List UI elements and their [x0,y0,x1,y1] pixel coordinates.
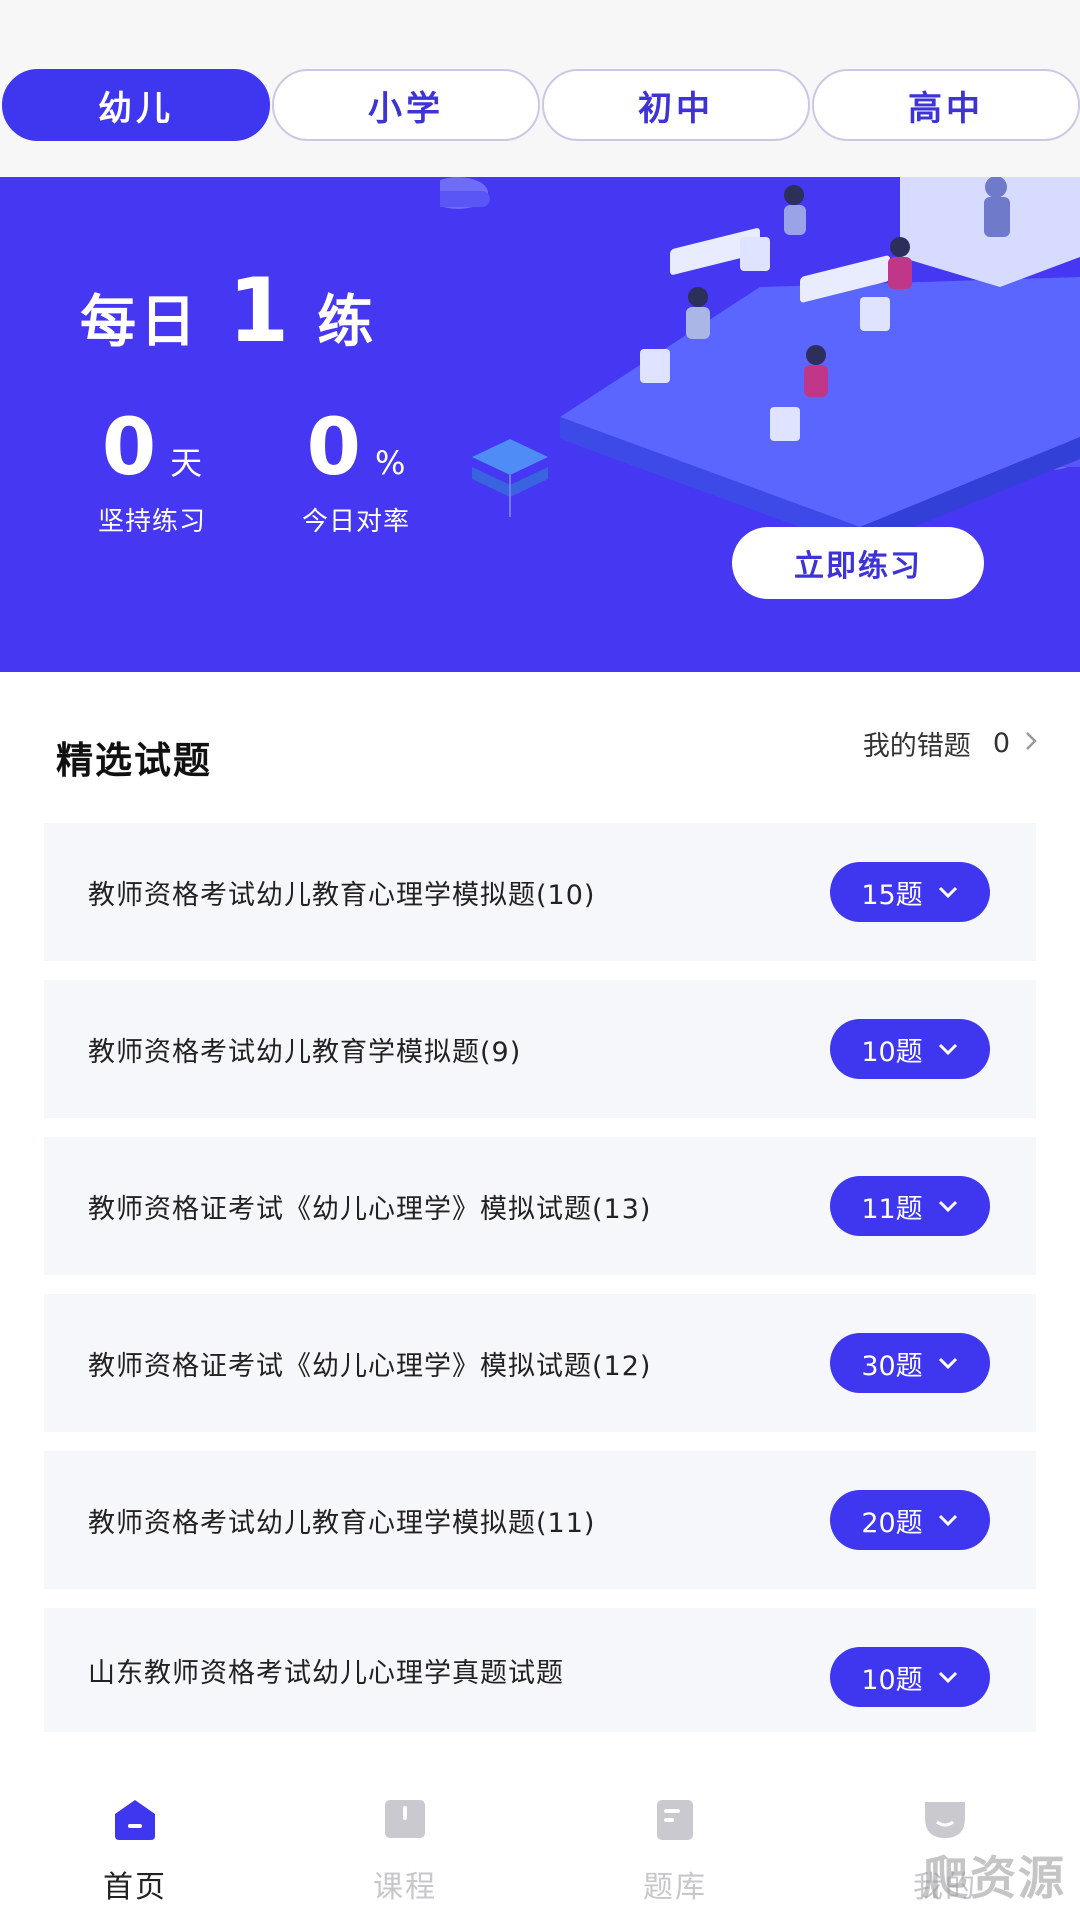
chevron-down-icon [938,1514,957,1527]
question-count-button[interactable]: 15题 [830,862,990,922]
list-item[interactable]: 教师资格考试幼儿教育学模拟题(9) 10题 [44,980,1036,1118]
question-bank-icon [657,1800,693,1840]
question-count-button[interactable]: 10题 [830,1647,990,1707]
start-practice-button[interactable]: 立即练习 [732,527,984,599]
streak-unit: 天 [170,444,203,482]
exam-title: 山东教师资格考试幼儿心理学真题试题 [88,1657,564,1689]
section-title: 精选试题 [56,739,212,782]
list-item[interactable]: 教师资格考试幼儿教育心理学模拟题(10) 15题 [44,823,1036,961]
book-icon [385,1800,425,1838]
my-wrong-questions-link[interactable]: 我的错题 0 [863,724,1038,763]
wrong-questions-label: 我的错题 [862,731,971,762]
chevron-down-icon [938,1043,957,1056]
question-count-button[interactable]: 10题 [830,1019,990,1079]
list-item[interactable]: 教师资格证考试《幼儿心理学》模拟试题(12) 30题 [44,1294,1036,1432]
streak-stat: 0 天 坚持练习 [98,409,206,538]
bottom-nav: 首页 课程 题库 我的 爬资源 [0,1738,1080,1920]
nav-courses[interactable]: 课程 [320,1796,490,1906]
chevron-down-icon [938,1671,957,1684]
tab-junior-high[interactable]: 初中 [542,69,810,141]
list-item[interactable]: 教师资格证考试《幼儿心理学》模拟试题(13) 11题 [44,1137,1036,1275]
nav-home[interactable]: 首页 [50,1796,220,1906]
question-count-button[interactable]: 20题 [830,1490,990,1550]
exam-title: 教师资格考试幼儿教育心理学模拟题(11) [88,1507,596,1539]
chevron-down-icon [938,1357,957,1370]
list-item[interactable]: 山东教师资格考试幼儿心理学真题试题 10题 [44,1608,1036,1732]
tab-senior-high[interactable]: 高中 [812,69,1080,141]
title-prefix: 每日 [80,290,200,355]
question-count: 20题 [861,1507,923,1539]
exam-title: 教师资格考试幼儿教育学模拟题(9) [88,1036,522,1068]
exam-list: 教师资格考试幼儿教育心理学模拟题(10) 15题 教师资格考试幼儿教育学模拟题(… [44,823,1036,1751]
home-icon [115,1800,155,1840]
profile-icon [925,1802,965,1838]
nav-courses-label: 课程 [373,1870,437,1905]
title-number: 1 [228,259,290,362]
streak-label: 坚持练习 [98,507,207,537]
exam-title: 教师资格证考试《幼儿心理学》模拟试题(12) [88,1350,652,1382]
accuracy-unit: % [374,444,406,482]
question-count: 30题 [861,1350,923,1382]
chevron-right-icon [1024,728,1038,759]
exam-title: 教师资格证考试《幼儿心理学》模拟试题(13) [88,1193,652,1225]
list-item[interactable]: 教师资格考试幼儿教育心理学模拟题(11) 20题 [44,1451,1036,1589]
daily-practice-banner: 每日 1 练 0 天 坚持练习 0 % 今日对率 立即练习 [0,177,1080,672]
question-count: 15题 [861,879,923,911]
accuracy-stat: 0 % 今日对率 [302,409,410,538]
nav-home-label: 首页 [103,1870,167,1905]
nav-question-bank-label: 题库 [643,1870,707,1905]
exam-title: 教师资格考试幼儿教育心理学模拟题(10) [88,879,596,911]
daily-practice-title: 每日 1 练 [80,267,377,358]
accuracy-value: 0 [306,403,361,493]
tab-primary-school[interactable]: 小学 [272,69,540,141]
question-count-button[interactable]: 11题 [830,1176,990,1236]
chevron-down-icon [938,886,957,899]
tab-kindergarten[interactable]: 幼儿 [2,69,270,141]
streak-value: 0 [101,403,157,493]
grade-tab-bar: 幼儿 小学 初中 高中 [0,0,1080,177]
chevron-down-icon [938,1200,957,1213]
question-count: 10题 [861,1664,923,1696]
nav-question-bank[interactable]: 题库 [590,1796,760,1906]
question-count: 11题 [861,1193,923,1225]
title-suffix: 练 [317,290,378,355]
wrong-questions-count: 0 [992,728,1010,759]
accuracy-label: 今日对率 [302,507,411,537]
question-count-button[interactable]: 30题 [830,1333,990,1393]
watermark: 爬资源 [922,1851,1066,1905]
app-root: 幼儿 小学 初中 高中 每日 1 练 0 天 坚持练习 0 % 今日对率 立即练… [0,0,1080,1920]
question-count: 10题 [861,1036,923,1068]
